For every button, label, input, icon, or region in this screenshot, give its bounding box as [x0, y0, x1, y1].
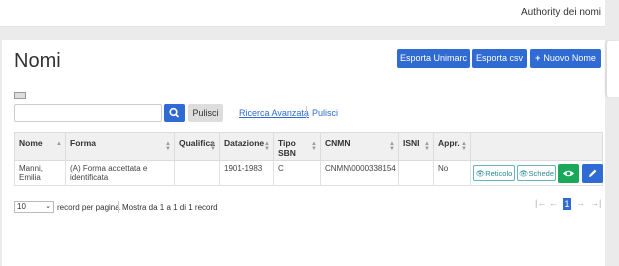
keyboard-icon[interactable]: [14, 92, 26, 99]
names-table: Nome ▲ Forma ▲ ▼ Qualifica ▲ ▼ Datazione ▲ ▼ Ti…: [14, 132, 603, 186]
reticolo-button[interactable]: 👁Reticolo: [473, 165, 515, 181]
schede-button[interactable]: 👁Schede: [517, 165, 556, 181]
prev-page-button[interactable]: ←: [549, 198, 558, 208]
divider: [118, 201, 119, 213]
new-name-button[interactable]: + Nuovo Nome: [530, 49, 601, 68]
eye-icon: 👁: [519, 169, 529, 178]
cell-actions: 👁Reticolo 👁Schede: [470, 160, 603, 186]
col-header-nome[interactable]: Nome ▲: [14, 132, 66, 161]
edit-button[interactable]: [582, 164, 603, 183]
app-title[interactable]: Authority dei nomi: [521, 7, 601, 18]
eye-icon: [563, 170, 574, 177]
sort-icon: ▲ ▼: [389, 141, 395, 152]
cell-forma: (A) Forma accettata e identificata: [65, 160, 175, 186]
sort-icon: ▲ ▼: [461, 141, 467, 152]
sort-icon: ▲ ▼: [311, 141, 317, 152]
records-info: Mostra da 1 a 1 di 1 record: [122, 203, 218, 212]
eye-icon: 👁: [475, 169, 486, 178]
page-size-select[interactable]: 10 ⌄: [14, 201, 54, 213]
table-header-row: Nome ▲ Forma ▲ ▼ Qualifica ▲ ▼ Datazione ▲ ▼ Ti…: [14, 132, 603, 161]
sort-icon: ▲ ▼: [424, 141, 430, 152]
col-header-appr[interactable]: Appr. ▲ ▼: [433, 132, 471, 161]
top-navbar: Authority dei nomi: [0, 0, 605, 27]
first-page-button[interactable]: |←: [535, 198, 546, 208]
plus-icon: +: [535, 53, 541, 63]
view-button[interactable]: [558, 164, 579, 183]
sort-icon: ▲ ▼: [210, 141, 216, 152]
export-unimarc-button[interactable]: Esporta Unimarc: [397, 49, 470, 68]
per-page-label: record per pagina: [57, 203, 120, 212]
cell-datazione: 1901-1983: [219, 160, 274, 186]
divider: [306, 106, 307, 118]
col-header-datazione[interactable]: Datazione ▲ ▼: [219, 132, 274, 161]
col-header-qualifica[interactable]: Qualifica ▲ ▼: [174, 132, 220, 161]
cell-tipo-sbn: C: [273, 160, 321, 186]
cell-cnmn: CNMN\0000338154: [320, 160, 399, 186]
side-panel-tab[interactable]: [606, 41, 619, 97]
cell-nome: Manni, Emilia: [14, 160, 66, 186]
search-input[interactable]: [14, 104, 162, 122]
clear-search-button[interactable]: Pulisci: [188, 104, 223, 122]
cell-appr: No: [433, 160, 471, 186]
col-header-actions: [470, 132, 603, 161]
col-header-isni[interactable]: ISNI ▲ ▼: [398, 132, 434, 161]
cell-qualifica: [174, 160, 220, 186]
sort-asc-icon: ▲: [56, 141, 62, 147]
table-row[interactable]: Manni, Emilia (A) Forma accettata e iden…: [14, 160, 603, 186]
export-csv-button[interactable]: Esporta csv: [472, 49, 527, 68]
pencil-icon: [589, 169, 597, 177]
last-page-button[interactable]: →|: [590, 198, 601, 208]
chevron-down-icon: ⌄: [45, 203, 51, 210]
col-header-forma[interactable]: Forma ▲ ▼: [65, 132, 175, 161]
col-header-cnmn[interactable]: CNMN ▲ ▼: [320, 132, 399, 161]
advanced-search-link[interactable]: Ricerca Avanzata: [239, 108, 309, 118]
current-page-button[interactable]: 1: [563, 198, 571, 210]
cell-isni: [398, 160, 434, 186]
next-page-button[interactable]: →: [576, 198, 585, 208]
sort-icon: ▲ ▼: [165, 141, 171, 152]
page-title: Nomi: [14, 50, 61, 72]
new-name-label: Nuovo Nome: [543, 53, 596, 63]
sort-icon: ▲ ▼: [264, 141, 270, 152]
col-header-tipo-sbn[interactable]: Tipo SBN ▲ ▼: [273, 132, 321, 161]
search-icon: [169, 107, 180, 118]
clear-link[interactable]: Pulisci: [312, 108, 338, 118]
search-button[interactable]: [164, 104, 185, 122]
